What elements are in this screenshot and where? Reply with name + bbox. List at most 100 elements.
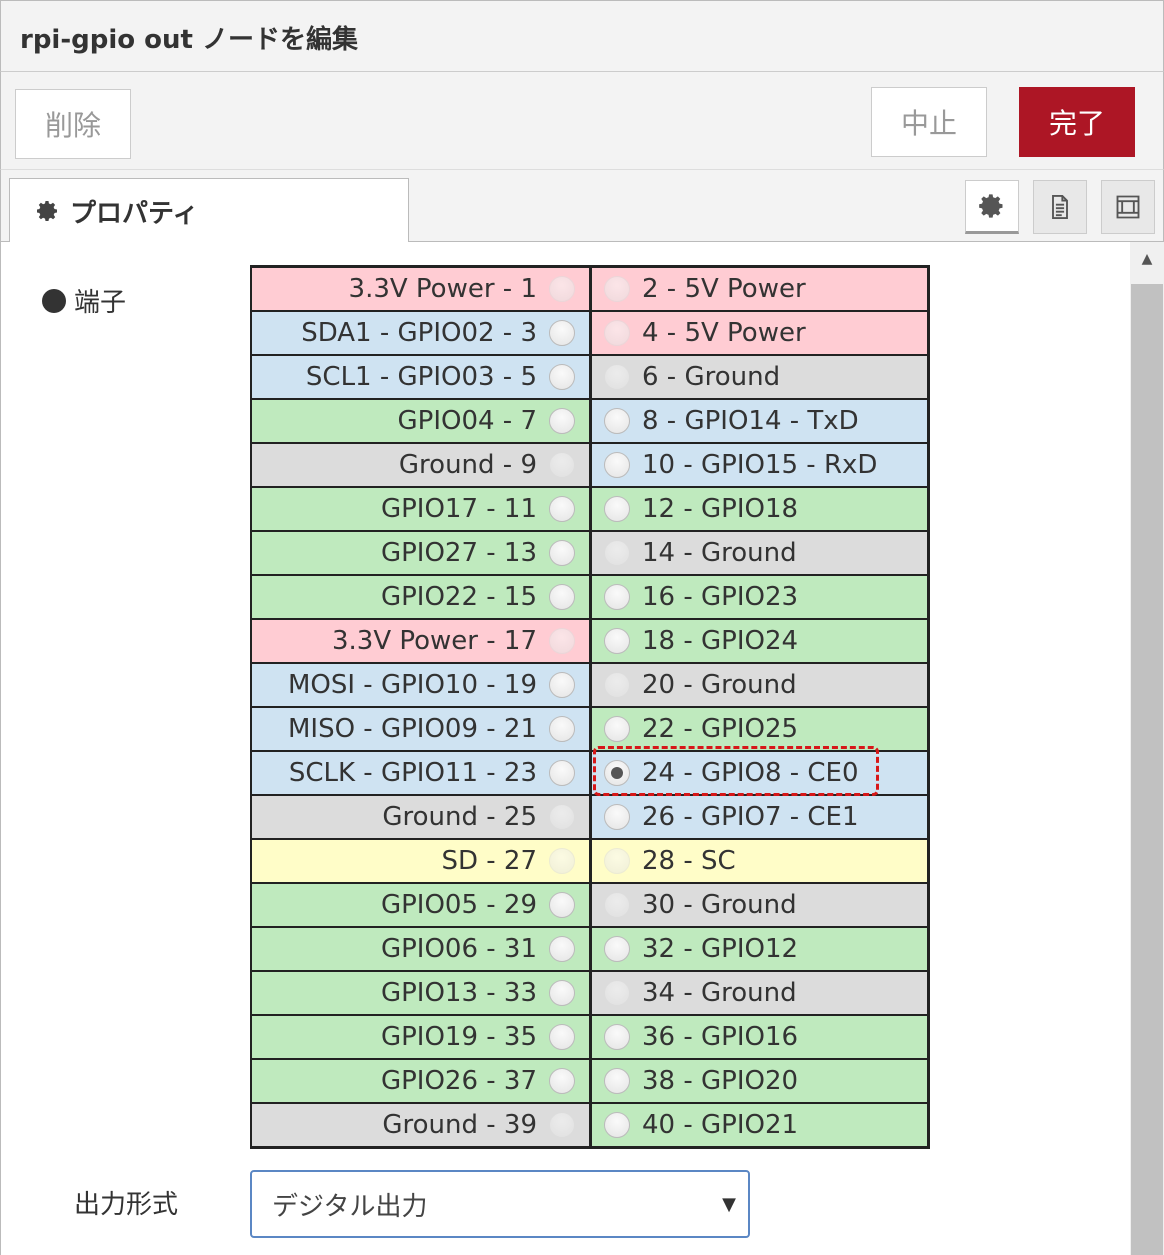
pin-38[interactable]: 38 - GPIO20 — [592, 1060, 927, 1102]
pin-radio[interactable] — [604, 628, 630, 654]
pin-radio[interactable] — [549, 1068, 575, 1094]
pin-22[interactable]: 22 - GPIO25 — [592, 708, 927, 750]
pin-20: 20 - Ground — [592, 664, 927, 706]
pin-radio[interactable] — [549, 760, 575, 786]
output-type-select[interactable]: デジタル出力 ▼ — [250, 1170, 750, 1238]
pin-14: 14 - Ground — [592, 532, 927, 574]
pin-row: 3.3V Power - 17 18 - GPIO24 — [252, 619, 928, 663]
done-button[interactable]: 完了 — [1019, 87, 1135, 157]
pin-radio[interactable] — [604, 1024, 630, 1050]
pin-label: Ground - 9 — [398, 450, 537, 480]
pin-radio[interactable] — [604, 760, 630, 786]
pin-label: GPIO26 - 37 — [380, 1066, 537, 1096]
pin-36[interactable]: 36 - GPIO16 — [592, 1016, 927, 1058]
pin-40[interactable]: 40 - GPIO21 — [592, 1104, 927, 1146]
pin-radio[interactable] — [604, 1112, 630, 1138]
gear-icon — [37, 201, 57, 221]
pin-34: 34 - Ground — [592, 972, 927, 1014]
pin-29[interactable]: GPIO05 - 29 — [252, 884, 589, 926]
pin-label: GPIO17 - 11 — [380, 494, 537, 524]
pin-radio — [549, 628, 575, 654]
pin-10[interactable]: 10 - GPIO15 - RxD — [592, 444, 927, 486]
pin-radio[interactable] — [549, 408, 575, 434]
scrollbar-thumb[interactable] — [1131, 284, 1163, 1255]
dropdown-arrow-icon: ▼ — [722, 1194, 736, 1215]
pin-label: SDA1 - GPIO02 - 3 — [301, 318, 537, 348]
pin-label: SD - 27 — [441, 846, 537, 876]
pin-radio[interactable] — [549, 980, 575, 1006]
pin-label: 34 - Ground — [642, 978, 797, 1008]
pin-radio[interactable] — [549, 672, 575, 698]
pin-row: GPIO22 - 15 16 - GPIO23 — [252, 575, 928, 619]
pin-radio[interactable] — [604, 496, 630, 522]
pin-selector-table: 3.3V Power - 1 2 - 5V Power SDA1 - GPIO02 … — [250, 265, 930, 1149]
pin-1: 3.3V Power - 1 — [252, 268, 589, 310]
pin-24[interactable]: 24 - GPIO8 - CE0 — [592, 752, 927, 794]
pin-12[interactable]: 12 - GPIO18 — [592, 488, 927, 530]
scrollbar[interactable]: ▲ — [1130, 242, 1164, 1255]
pin-radio[interactable] — [549, 892, 575, 918]
pin-radio[interactable] — [549, 496, 575, 522]
pin-15[interactable]: GPIO22 - 15 — [252, 576, 589, 618]
pin-radio[interactable] — [604, 452, 630, 478]
pin-label: 10 - GPIO15 - RxD — [642, 450, 878, 480]
pin-label: 8 - GPIO14 - TxD — [642, 406, 859, 436]
pin-radio[interactable] — [549, 1024, 575, 1050]
node-settings-tab-button[interactable] — [965, 180, 1019, 234]
pin-radio[interactable] — [549, 320, 575, 346]
pin-row: Ground - 9 10 - GPIO15 - RxD — [252, 443, 928, 487]
pin-18[interactable]: 18 - GPIO24 — [592, 620, 927, 662]
pin-radio[interactable] — [549, 936, 575, 962]
pin-label: 6 - Ground — [642, 362, 781, 392]
pin-radio[interactable] — [604, 716, 630, 742]
description-tab-button[interactable] — [1033, 180, 1087, 234]
pin-33[interactable]: GPIO13 - 33 — [252, 972, 589, 1014]
pin-3[interactable]: SDA1 - GPIO02 - 3 — [252, 312, 589, 354]
pin-row: GPIO04 - 7 8 - GPIO14 - TxD — [252, 399, 928, 443]
pin-9: Ground - 9 — [252, 444, 589, 486]
pin-23[interactable]: SCLK - GPIO11 - 23 — [252, 752, 589, 794]
pin-label-text: 端子 — [74, 288, 127, 318]
appearance-tab-button[interactable] — [1101, 180, 1155, 234]
pin-31[interactable]: GPIO06 - 31 — [252, 928, 589, 970]
pin-28: 28 - SC — [592, 840, 927, 882]
pin-35[interactable]: GPIO19 - 35 — [252, 1016, 589, 1058]
pin-5[interactable]: SCL1 - GPIO03 - 5 — [252, 356, 589, 398]
pin-label: GPIO05 - 29 — [380, 890, 537, 920]
pin-radio[interactable] — [604, 1068, 630, 1094]
pin-11[interactable]: GPIO17 - 11 — [252, 488, 589, 530]
scroll-up-arrow-icon[interactable]: ▲ — [1130, 242, 1164, 276]
pin-radio[interactable] — [549, 716, 575, 742]
pin-16[interactable]: 16 - GPIO23 — [592, 576, 927, 618]
tab-properties[interactable]: プロパティ — [9, 178, 409, 243]
pin-row: MOSI - GPIO10 - 19 20 - Ground — [252, 663, 928, 707]
pin-radio — [549, 804, 575, 830]
cancel-button[interactable]: 中止 — [871, 87, 987, 157]
pin-radio[interactable] — [549, 584, 575, 610]
pin-label: MOSI - GPIO10 - 19 — [287, 670, 537, 700]
pin-radio — [549, 276, 575, 302]
pin-radio[interactable] — [549, 540, 575, 566]
pin-7[interactable]: GPIO04 - 7 — [252, 400, 589, 442]
pin-37[interactable]: GPIO26 - 37 — [252, 1060, 589, 1102]
pin-32[interactable]: 32 - GPIO12 — [592, 928, 927, 970]
pin-radio[interactable] — [604, 584, 630, 610]
pin-label: 4 - 5V Power — [642, 318, 806, 348]
pin-26[interactable]: 26 - GPIO7 - CE1 — [592, 796, 927, 838]
delete-button[interactable]: 削除 — [15, 89, 131, 159]
pin-radio[interactable] — [604, 936, 630, 962]
pin-13[interactable]: GPIO27 - 13 — [252, 532, 589, 574]
layout-icon — [1116, 195, 1140, 219]
pin-21[interactable]: MISO - GPIO09 - 21 — [252, 708, 589, 750]
pin-label: 3.3V Power - 17 — [331, 626, 537, 656]
pin-radio[interactable] — [549, 364, 575, 390]
pin-radio — [604, 320, 630, 346]
pin-radio — [604, 892, 630, 918]
pin-row: GPIO06 - 31 32 - GPIO12 — [252, 927, 928, 971]
gear-icon — [979, 194, 1003, 218]
pin-radio[interactable] — [604, 804, 630, 830]
pin-label: 14 - Ground — [642, 538, 797, 568]
pin-19[interactable]: MOSI - GPIO10 - 19 — [252, 664, 589, 706]
pin-radio[interactable] — [604, 408, 630, 434]
pin-8[interactable]: 8 - GPIO14 - TxD — [592, 400, 927, 442]
